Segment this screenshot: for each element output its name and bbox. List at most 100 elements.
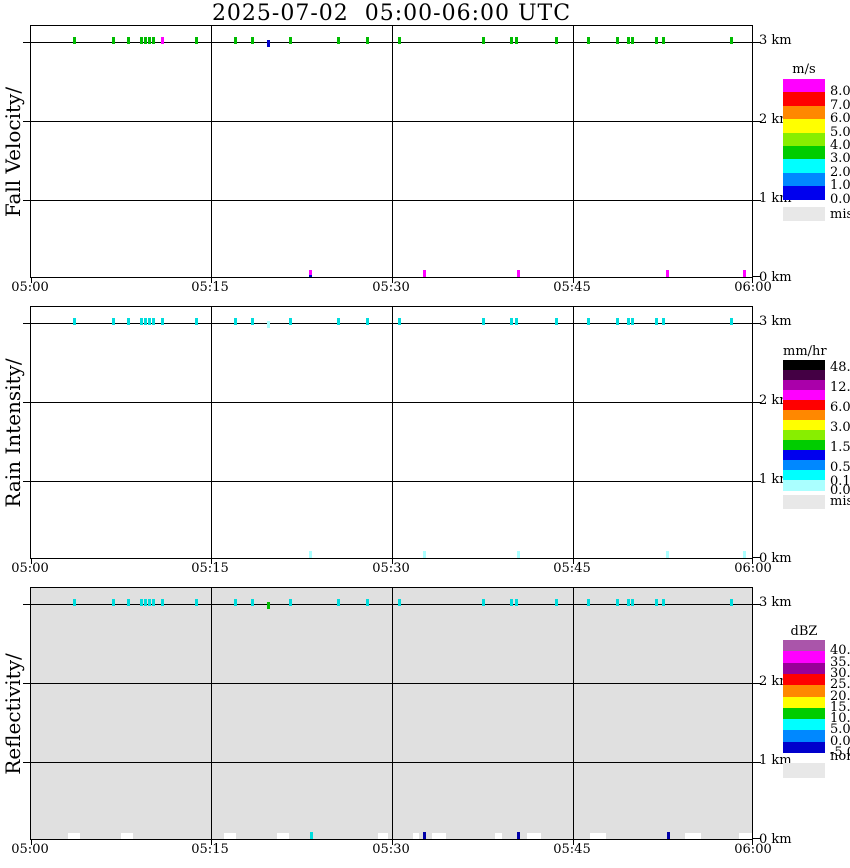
data-mark-3km — [398, 599, 401, 606]
data-mark-3km — [267, 602, 270, 609]
colorbar-band — [783, 186, 825, 201]
time-tick-label: 05:30 — [372, 280, 410, 295]
data-mark-3km — [148, 599, 151, 606]
time-tick-label: 06:00 — [734, 280, 772, 295]
colorbar-band — [783, 92, 825, 107]
colorbar-tick-label: 3.0 — [830, 420, 850, 435]
colorbar-band — [783, 400, 825, 411]
data-mark-3km — [161, 318, 164, 325]
time-tick-label: 05:00 — [11, 561, 49, 576]
data-mark-surface — [667, 832, 670, 839]
data-mark-3km — [616, 37, 619, 44]
data-mark-3km — [515, 318, 518, 325]
axis-tick-left — [23, 402, 31, 403]
data-mark-3km — [144, 599, 147, 606]
data-mark-3km — [112, 318, 115, 325]
colorbar-band — [783, 470, 825, 481]
colorbar-tick-label: 3.0 — [830, 151, 850, 167]
missing-data-patch — [378, 833, 388, 839]
colorbar-band — [783, 480, 825, 491]
missing-data-patch — [685, 833, 701, 839]
data-mark-3km — [730, 599, 733, 606]
time-tick-label: 05:30 — [372, 561, 410, 576]
colorbar-band — [783, 450, 825, 461]
data-mark-3km — [662, 599, 665, 606]
data-mark-3km — [482, 318, 485, 325]
axis-tick-left — [23, 323, 31, 324]
data-mark-3km — [161, 37, 164, 44]
data-mark-surface — [666, 551, 669, 558]
colorbar-title: mm/hr — [783, 344, 827, 359]
data-mark-3km — [152, 37, 155, 44]
missing-data-patch — [590, 833, 606, 839]
data-mark-3km — [730, 37, 733, 44]
data-mark-surface — [310, 832, 313, 839]
panel-rain-intensity: Rain Intensity/ 3 km 2 km 1 km 0 km 05:0… — [0, 306, 850, 581]
time-axis-rain-intensity: 05:00 05:15 05:30 05:45 06:00 — [11, 561, 771, 577]
height-label-3km: 3 km — [759, 33, 792, 48]
data-mark-3km — [152, 599, 155, 606]
data-mark-3km — [161, 599, 164, 606]
gridline-vertical — [573, 588, 574, 839]
data-mark-3km — [510, 599, 513, 606]
data-mark-3km — [148, 37, 151, 44]
colorbar-band — [783, 420, 825, 431]
colorbar-missing-swatch — [783, 763, 825, 778]
rain-intensity-plot-area — [23, 306, 761, 564]
colorbar-fall-velocity: m/s 8.07.06.05.04.03.02.01.00.0miss — [783, 62, 850, 312]
data-mark-3km — [195, 599, 198, 606]
colorbar-missing-swatch — [783, 207, 825, 221]
axis-tick-left — [23, 200, 31, 201]
colorbar-rain-intensity: mm/hr48.012.06.03.01.50.50.10.0miss — [783, 344, 850, 594]
time-axis-reflectivity: 05:00 05:15 05:30 05:45 06:00 — [11, 842, 771, 858]
data-mark-surface-tip — [309, 275, 312, 277]
missing-data-patch — [495, 833, 502, 839]
data-mark-3km — [337, 599, 340, 606]
time-tick-label: 06:00 — [734, 561, 772, 576]
data-mark-3km — [234, 37, 237, 44]
time-tick-label: 05:45 — [553, 280, 591, 295]
colorbar-band — [783, 390, 825, 401]
data-mark-3km — [510, 37, 513, 44]
data-mark-3km — [195, 318, 198, 325]
axis-tick-left — [23, 683, 31, 684]
axis-tick-left — [23, 42, 31, 43]
data-mark-3km — [112, 37, 115, 44]
gridline-vertical — [573, 307, 574, 558]
height-label-3km: 3 km — [759, 595, 792, 610]
data-mark-3km — [587, 318, 590, 325]
data-mark-3km — [616, 318, 619, 325]
data-mark-surface — [309, 551, 312, 558]
missing-data-patch — [739, 833, 752, 839]
data-mark-3km — [267, 321, 270, 328]
data-mark-surface — [517, 270, 520, 277]
data-mark-3km — [251, 318, 254, 325]
data-mark-3km — [627, 37, 630, 44]
colorbar-band — [783, 146, 825, 160]
data-mark-3km — [398, 37, 401, 44]
colorbar-band — [783, 370, 825, 381]
colorbar-tick-label: 0.0 — [830, 191, 850, 207]
colorbar-tick-label: 7.0 — [830, 97, 850, 113]
data-mark-3km — [587, 599, 590, 606]
data-mark-3km — [112, 599, 115, 606]
colorbar-reflectivity: dBZ40.035.030.025.020.015.010.05.00.0-5.… — [783, 624, 850, 868]
colorbar-missing-label: none — [830, 749, 850, 764]
gridline-vertical — [392, 26, 393, 277]
data-mark-surface — [666, 270, 669, 277]
colorbar-band — [783, 640, 825, 652]
data-mark-3km — [127, 37, 130, 44]
colorbar-band — [783, 105, 825, 120]
colorbar-band — [783, 741, 825, 754]
missing-data-patch — [277, 833, 289, 839]
colorbar-title: m/s — [792, 62, 816, 77]
data-mark-3km — [195, 37, 198, 44]
data-mark-3km — [482, 37, 485, 44]
time-tick-label: 05:45 — [553, 561, 591, 576]
colorbar-tick-label: 4.0 — [830, 138, 850, 153]
height-label-3km: 3 km — [759, 314, 792, 329]
colorbar-tick-label: 6.0 — [830, 111, 850, 127]
mrr-quicklook-figure: 2025-07-02 05:00-06:00 UTC Fall Velocity… — [0, 0, 850, 868]
data-mark-surface — [517, 551, 520, 558]
reflectivity-plot-area — [23, 587, 761, 845]
